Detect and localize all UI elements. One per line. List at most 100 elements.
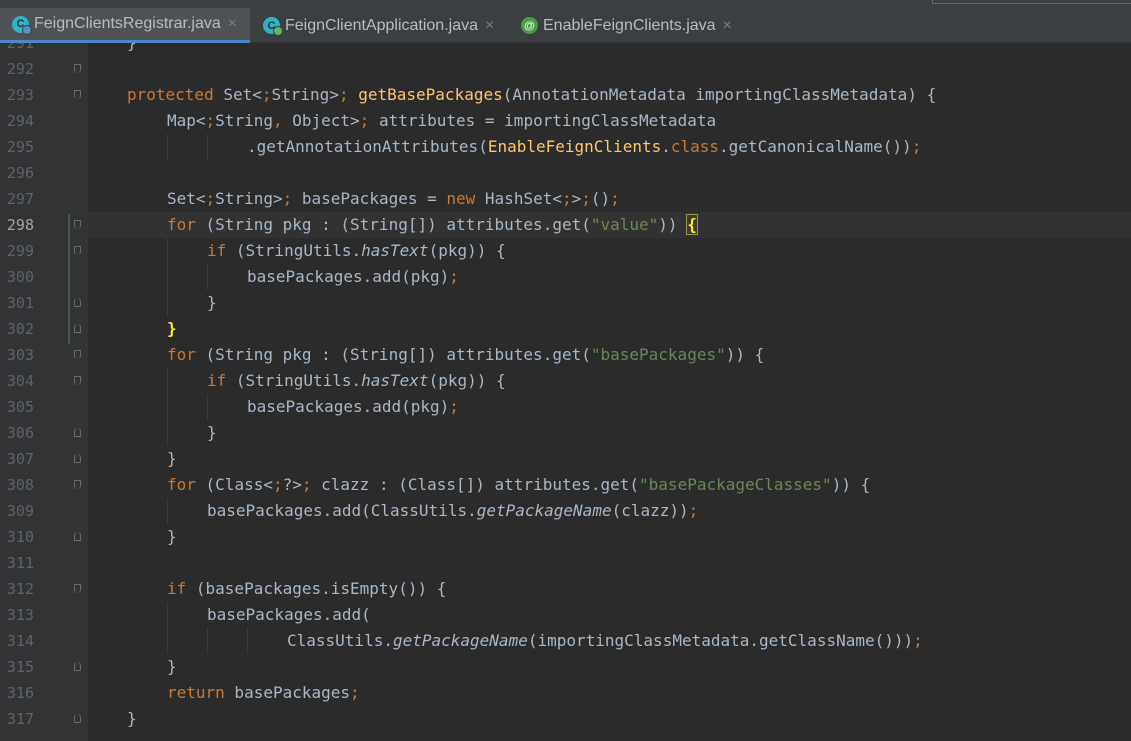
code-text: basePackages.add(ClassUtils.getPackageNa…	[207, 501, 699, 520]
code-line[interactable]: 299 if (StringUtils.hasText(pkg)) {	[0, 238, 1131, 264]
indent-guide	[167, 290, 168, 316]
code-line[interactable]: 295 .getAnnotationAttributes(EnableFeignC…	[0, 134, 1131, 160]
code-line[interactable]: 293 protected Set<;String>; getBasePackag…	[0, 82, 1131, 108]
fold-marker-icon[interactable]	[74, 324, 81, 333]
editor-tab-bar: C FeignClientsRegistrar.java × C FeignCl…	[0, 0, 1131, 43]
indent-guide	[167, 264, 168, 290]
indent-guide	[167, 368, 168, 394]
code-text: }	[167, 449, 177, 468]
tab-feignclientsregistrar[interactable]: C FeignClientsRegistrar.java ×	[0, 8, 250, 43]
indent-guide	[167, 498, 168, 524]
line-number: 313	[6, 606, 34, 624]
code-line[interactable]: 306}	[0, 420, 1131, 446]
fold-marker-icon[interactable]	[74, 480, 81, 489]
fold-marker-icon[interactable]	[74, 90, 81, 99]
code-line[interactable]: 301}	[0, 290, 1131, 316]
line-number: 307	[6, 450, 34, 468]
code-line[interactable]: 304 if (StringUtils.hasText(pkg)) {	[0, 368, 1131, 394]
close-icon[interactable]: ×	[228, 15, 237, 33]
code-text: for (Class<;?>; clazz : (Class[]) attrib…	[167, 475, 871, 494]
indent-guide	[167, 394, 168, 420]
code-line[interactable]: 313 basePackages.add(	[0, 602, 1131, 628]
fold-marker-icon[interactable]	[74, 220, 81, 229]
code-line[interactable]: 316 return basePackages;	[0, 680, 1131, 706]
class-c-icon: C	[12, 15, 32, 35]
code-text: basePackages.add(	[207, 605, 371, 624]
code-editor[interactable]: 291} 292 293 protected Set<;String>; getBas…	[0, 43, 1131, 741]
code-line[interactable]: 311	[0, 550, 1131, 576]
fold-marker-icon[interactable]	[74, 428, 81, 437]
fold-marker-icon[interactable]	[74, 246, 81, 255]
line-number: 292	[6, 60, 34, 78]
code-line[interactable]: 317}	[0, 706, 1131, 732]
code-line[interactable]: 292	[0, 56, 1131, 82]
code-line[interactable]: 302}	[0, 316, 1131, 342]
code-line[interactable]: 291}	[0, 43, 1131, 56]
fold-marker-icon[interactable]	[74, 662, 81, 671]
code-text: basePackages.add(pkg);	[247, 397, 459, 416]
code-line[interactable]: 298 for (String pkg : (String[]) attribut…	[0, 212, 1131, 238]
fold-marker-icon[interactable]	[74, 454, 81, 463]
code-text: if (StringUtils.hasText(pkg)) {	[207, 241, 506, 260]
code-line[interactable]: 305 basePackages.add(pkg);	[0, 394, 1131, 420]
code-text: .getAnnotationAttributes(EnableFeignClie…	[247, 137, 922, 156]
code-line[interactable]: 308 for (Class<;?>; clazz : (Class[]) att…	[0, 472, 1131, 498]
line-number: 310	[6, 528, 34, 546]
code-text: return basePackages;	[167, 683, 360, 702]
code-line[interactable]: 309 basePackages.add(ClassUtils.getPackag…	[0, 498, 1131, 524]
fold-marker-icon[interactable]	[74, 298, 81, 307]
code-text: if (basePackages.isEmpty()) {	[167, 579, 447, 598]
line-number: 295	[6, 138, 34, 156]
code-line[interactable]: 315}	[0, 654, 1131, 680]
code-line[interactable]: 297 Set<;String>; basePackages = new Hash…	[0, 186, 1131, 212]
ide-window: C FeignClientsRegistrar.java × C FeignCl…	[0, 0, 1131, 741]
line-number: 303	[6, 346, 34, 364]
indent-guide	[207, 628, 208, 654]
line-number: 311	[6, 554, 34, 572]
line-number: 306	[6, 424, 34, 442]
code-line[interactable]: 314 ClassUtils.getPackageName(importingCl…	[0, 628, 1131, 654]
close-icon[interactable]: ×	[485, 17, 494, 35]
code-line[interactable]: 296	[0, 160, 1131, 186]
code-line[interactable]: 310}	[0, 524, 1131, 550]
code-text: }	[167, 527, 177, 546]
line-number: 312	[6, 580, 34, 598]
tab-label: FeignClientApplication.java	[285, 16, 478, 34]
line-number: 291	[6, 43, 34, 52]
fold-marker-icon[interactable]	[74, 350, 81, 359]
indent-guide	[167, 238, 168, 264]
line-number: 300	[6, 268, 34, 286]
line-number: 296	[6, 164, 34, 182]
indent-guide	[167, 602, 168, 628]
fold-marker-icon[interactable]	[74, 64, 81, 73]
line-number: 304	[6, 372, 34, 390]
code-line[interactable]: 294 Map<;String, Object>; attributes = im…	[0, 108, 1131, 134]
class-runnable-icon: C	[263, 17, 283, 36]
fold-marker-icon[interactable]	[74, 532, 81, 541]
indent-guide	[207, 134, 208, 160]
line-number: 299	[6, 242, 34, 260]
line-number: 297	[6, 190, 34, 208]
code-line[interactable]: 312 if (basePackages.isEmpty()) {	[0, 576, 1131, 602]
code-line[interactable]: 307}	[0, 446, 1131, 472]
tab-enablefeignclients[interactable]: @ EnableFeignClients.java ×	[509, 8, 739, 43]
code-line[interactable]: 300 basePackages.add(pkg);	[0, 264, 1131, 290]
fold-marker-icon[interactable]	[74, 376, 81, 385]
code-line[interactable]: 303 for (String pkg : (String[]) attribut…	[0, 342, 1131, 368]
tab-feignclientapplication[interactable]: C FeignClientApplication.java ×	[251, 8, 508, 43]
line-number: 301	[6, 294, 34, 312]
toolbar-edge	[932, 0, 1131, 4]
indent-guide	[207, 394, 208, 420]
fold-marker-icon[interactable]	[74, 714, 81, 723]
code-text: ClassUtils.getPackageName(importingClass…	[287, 631, 923, 650]
line-number: 315	[6, 658, 34, 676]
close-icon[interactable]: ×	[723, 17, 732, 35]
indent-guide	[167, 628, 168, 654]
indent-guide	[167, 134, 168, 160]
code-text: }	[127, 43, 137, 56]
indent-guide	[247, 628, 248, 654]
indent-guide	[207, 264, 208, 290]
code-text: }	[127, 709, 137, 728]
fold-marker-icon[interactable]	[74, 584, 81, 593]
line-number: 302	[6, 320, 34, 338]
